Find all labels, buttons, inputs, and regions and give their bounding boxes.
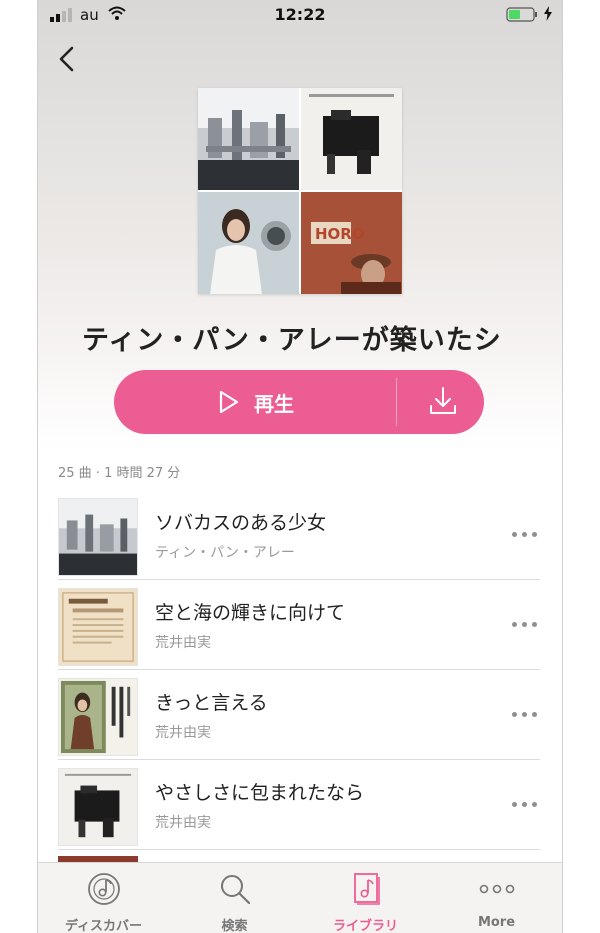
track-more-icon[interactable] [512,798,538,812]
tab-label: ディスカバー [64,919,143,933]
search-icon [220,875,250,905]
track-artist: 荒井由実 [155,635,211,651]
track-row[interactable]: 空と海の輝きに向けて 荒井由実 [38,580,562,670]
battery-icon [506,7,537,22]
track-count-duration: 25 曲 · 1 時間 27 分 [58,466,181,481]
tab-label: ライブラリ [332,919,398,933]
track-title: ソバカスのある少女 [155,512,327,534]
play-button[interactable]: 再生 [114,370,396,434]
track-row[interactable]: きっと言える 荒井由実 [38,670,562,760]
charging-bolt-icon [544,6,552,21]
play-download-pill: 再生 [114,370,484,434]
tab-library[interactable]: ライブラリ [300,863,431,933]
tab-bar: ディスカバー 検索 ライブラリ More [38,862,562,933]
artwork-tile-1 [198,88,299,190]
track-list: ソバカスのある少女 ティン・パン・アレー 空と海の輝きに向けて 荒井由実 きっと… [38,490,562,850]
playlist-artwork: HORO [198,88,402,294]
phone-screen: au 12:22 HORO ティン・パン・アレーが築いたシ 再生 25 曲 · … [38,0,562,933]
frame-edge-right [562,0,563,933]
status-time: 12:22 [274,5,326,24]
tab-more[interactable]: More [431,863,562,933]
playlist-title: ティン・パン・アレーが築いたシ [82,325,502,356]
back-chevron-icon[interactable] [56,44,78,74]
track-title: やさしさに包まれたなら [155,782,365,804]
tab-discover[interactable]: ディスカバー [38,863,169,933]
svg-text:HORO: HORO [315,225,365,243]
track-more-icon[interactable] [512,528,538,542]
track-more-icon[interactable] [512,618,538,632]
artwork-tile-2 [301,88,402,190]
artwork-tile-3 [198,192,299,294]
play-icon [219,390,239,414]
track-artwork [58,588,138,666]
play-button-label: 再生 [254,392,294,416]
download-button[interactable] [397,370,484,434]
tab-label: 検索 [221,919,248,933]
track-row[interactable]: やさしさに包まれたなら 荒井由実 [38,760,562,850]
track-artist: ティン・パン・アレー [155,545,295,561]
track-artist: 荒井由実 [155,725,211,741]
track-artist: 荒井由実 [155,815,211,831]
track-artwork [58,678,138,756]
more-dots-icon [479,884,514,894]
status-bar: au 12:22 [38,0,562,30]
artwork-tile-4: HORO [301,192,402,294]
tab-search[interactable]: 検索 [169,863,300,933]
track-artwork [58,768,138,846]
tab-label: More [477,915,516,930]
download-icon [430,387,456,414]
row-divider [58,849,540,850]
discover-disc-icon [87,873,120,905]
track-title: 空と海の輝きに向けて [155,602,346,624]
track-artwork [58,498,138,576]
library-music-note-icon [353,873,380,905]
track-title: きっと言える [155,692,268,714]
track-row[interactable]: ソバカスのある少女 ティン・パン・アレー [38,490,562,580]
track-more-icon[interactable] [512,708,538,722]
